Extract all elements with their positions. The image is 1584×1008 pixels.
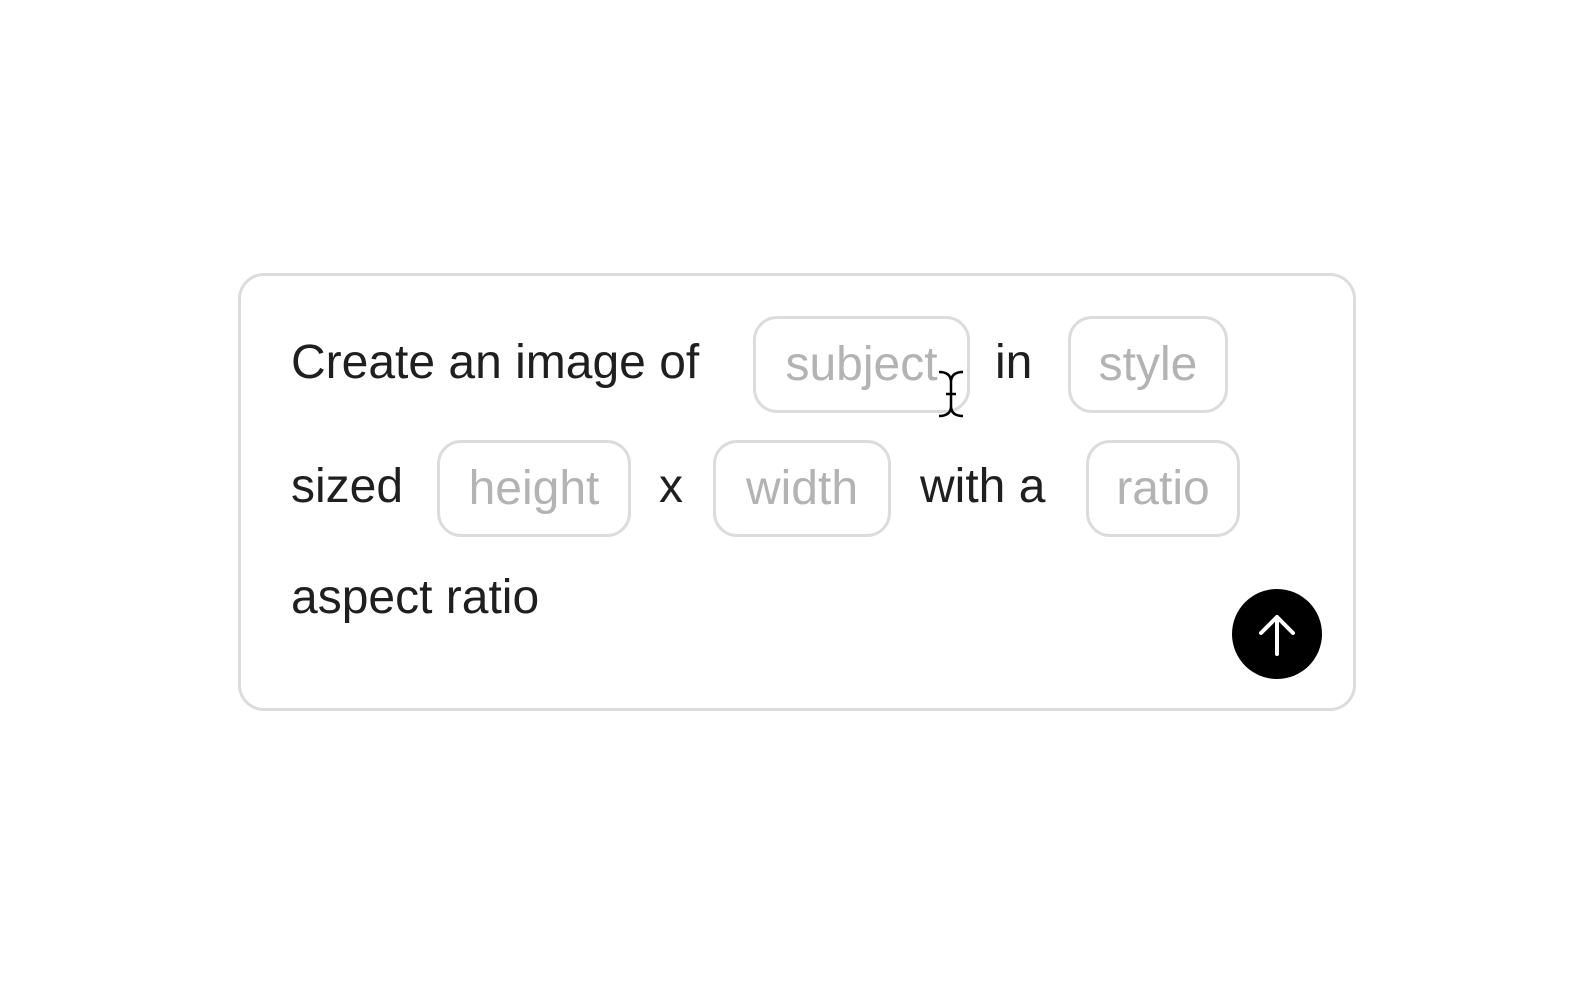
height-field[interactable] (437, 440, 631, 537)
style-field[interactable] (1068, 316, 1228, 413)
arrow-up-icon (1259, 615, 1295, 656)
prompt-text-with-a: with a (920, 460, 1046, 513)
submit-button[interactable] (1232, 589, 1322, 679)
text-cursor-icon (938, 370, 964, 418)
width-field[interactable] (713, 440, 891, 537)
ratio-field[interactable] (1086, 440, 1240, 537)
prompt-template-card: Create an image of in sized x with a asp… (238, 273, 1356, 711)
prompt-text-x: x (659, 460, 683, 513)
prompt-text-aspect-ratio: aspect ratio (291, 571, 540, 624)
prompt-text-create: Create an image of (291, 336, 700, 389)
prompt-text-sized: sized (291, 460, 404, 513)
prompt-text-in: in (995, 336, 1033, 389)
